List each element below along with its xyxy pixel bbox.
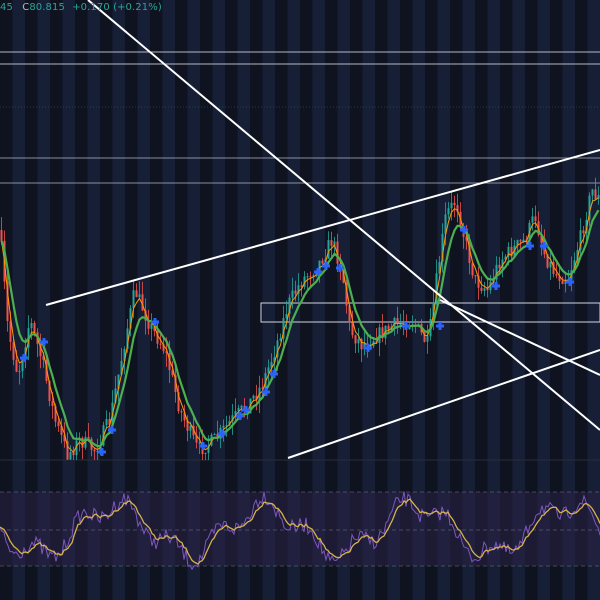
chart-area[interactable]: 45 C80.815 +0.170 (+0.21%) (0, 0, 600, 600)
candle-body (498, 264, 501, 269)
candle-body (150, 323, 153, 329)
candle-body (447, 208, 450, 215)
candle-body (387, 325, 390, 330)
candle-body (213, 434, 216, 435)
candle-body (396, 318, 399, 324)
marker-bar-v (110, 426, 114, 434)
candle-body (135, 290, 138, 297)
candle-body (549, 261, 552, 268)
marker-bar-v (316, 268, 320, 276)
candle-body (594, 189, 597, 199)
candle-body (252, 395, 255, 399)
candle-body (480, 287, 483, 291)
marker-bar-v (324, 262, 328, 270)
candle-body (483, 288, 486, 291)
candle-body (180, 411, 183, 413)
oscillator-band-fill (0, 492, 600, 566)
marker-bar-v (201, 442, 205, 450)
marker-bar-v (366, 344, 370, 352)
candle-body (198, 442, 201, 444)
marker-bar-v (244, 406, 248, 414)
oscillator-pane (0, 491, 600, 571)
marker-bar-v (153, 318, 157, 326)
close-value: 80.815 (29, 2, 65, 13)
candle-body (561, 280, 564, 284)
candle-body (0, 230, 3, 241)
marker-bar-v (220, 430, 224, 438)
marker-bar-v (100, 448, 104, 456)
candle-body (330, 240, 333, 246)
candle-body (33, 323, 36, 333)
candle-body (51, 401, 54, 406)
marker-bar-v (542, 242, 546, 250)
candle-body (582, 230, 585, 234)
candle-body (18, 371, 21, 373)
open-partial-value: 45 (0, 2, 13, 13)
candle-body (189, 425, 192, 431)
marker-bar-v (264, 388, 268, 396)
marker-bar-v (438, 322, 442, 330)
candle-body (591, 189, 594, 196)
marker-bar-v (272, 370, 276, 378)
candle-body (354, 335, 357, 344)
candle-body (15, 359, 18, 372)
candle-body (240, 405, 243, 408)
candle-body (453, 202, 456, 206)
marker-bar-v (338, 264, 342, 272)
candle-body (291, 290, 294, 298)
marker-bar-v (42, 338, 46, 346)
candle-body (555, 274, 558, 276)
candle-body (450, 202, 453, 209)
candle-body (534, 216, 537, 221)
candle-body (138, 294, 141, 297)
candle-body (69, 452, 72, 460)
marker-bar-v (462, 226, 466, 234)
candle-body (531, 216, 534, 223)
candle-body (306, 276, 309, 278)
candle-body (321, 260, 324, 264)
ohlc-legend: 45 C80.815 +0.170 (+0.21%) (0, 2, 162, 13)
candle-body (474, 275, 477, 277)
candle-body (357, 339, 360, 344)
candle-body (132, 290, 135, 308)
candle-body (57, 421, 60, 426)
marker-bar-v (22, 354, 26, 362)
candle-body (93, 449, 96, 452)
marker-bar-v (404, 322, 408, 330)
candle-body (471, 263, 474, 276)
candle-body (285, 314, 288, 319)
candle-body (222, 425, 225, 428)
marker-bar-v (494, 282, 498, 290)
candle-body (426, 336, 429, 342)
candle-body (327, 240, 330, 259)
candle-body (309, 276, 312, 278)
price-chart-canvas[interactable] (0, 0, 600, 600)
candle-body (294, 290, 297, 294)
candle-body (159, 343, 162, 345)
marker-bar-v (528, 242, 532, 250)
candle-body (105, 419, 108, 426)
candle-body (30, 323, 33, 329)
price-change: +0.170 (+0.21%) (72, 2, 162, 13)
marker-bar-v (238, 412, 242, 420)
candle-body (204, 452, 207, 454)
marker-bar-v (568, 278, 572, 286)
candle-body (519, 240, 522, 242)
